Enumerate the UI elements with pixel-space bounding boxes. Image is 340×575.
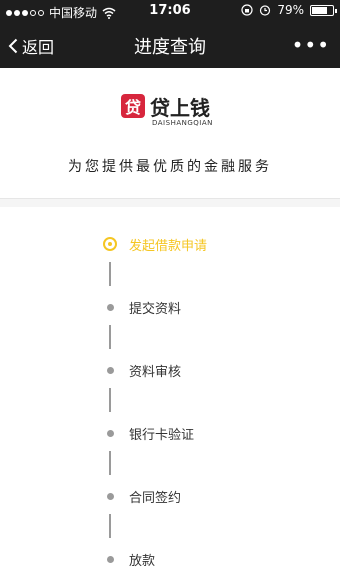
slogan: 为您提供最优质的金融服务 [68, 159, 272, 175]
status-bar: 中国移动 17:06 79% [0, 0, 340, 22]
brand-header: 贷 贷上钱 DAISHANGQIAN [0, 92, 340, 132]
rotation-lock-icon [241, 4, 253, 16]
step-label: 发起借款申请 [129, 239, 208, 254]
brand-pinyin: DAISHANGQIAN [152, 119, 213, 127]
battery-percent: 79% [277, 3, 304, 17]
step-label: 银行卡验证 [129, 428, 195, 443]
step-marker [107, 366, 114, 374]
more-button[interactable]: ••• [292, 33, 330, 57]
step-label: 放款 [129, 554, 156, 569]
step-marker [103, 237, 117, 251]
step-label: 提交资料 [129, 302, 182, 317]
step-connector [109, 388, 111, 412]
step-marker [107, 429, 114, 437]
step-connector [109, 262, 111, 286]
step-connector [109, 451, 111, 475]
battery-icon [310, 4, 337, 16]
step-marker [107, 555, 114, 563]
brand-name: 贷上钱 [150, 96, 210, 120]
brand-logo: 贷 [121, 94, 145, 118]
nav-bar: 返回 进度查询 ••• [0, 22, 340, 68]
page-title: 进度查询 [134, 37, 206, 58]
step-marker [107, 303, 114, 311]
progress-timeline: 发起借款申请 提交资料资料审核银行卡验证合同签约放款 [0, 206, 340, 575]
step-label: 资料审核 [129, 365, 182, 380]
status-right: 79% [241, 3, 337, 17]
alarm-icon [260, 5, 271, 16]
step-connector [109, 514, 111, 538]
step-connector [109, 325, 111, 349]
step-marker [107, 492, 114, 500]
step-label: 合同签约 [129, 491, 182, 506]
